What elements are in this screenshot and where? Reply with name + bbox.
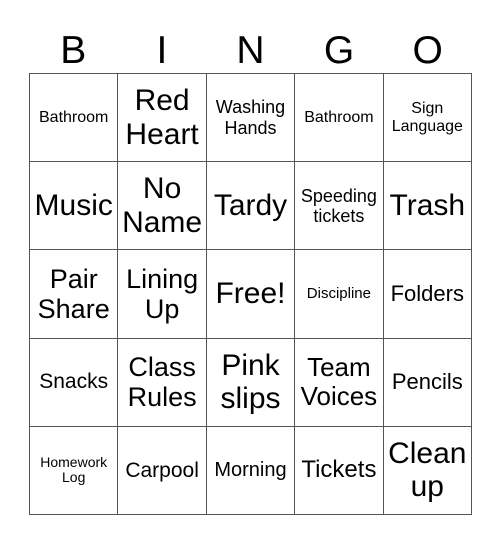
bingo-cell[interactable]: Pink slips xyxy=(206,338,296,427)
bingo-cell[interactable]: Speeding tickets xyxy=(295,162,384,251)
header-letter-g: G xyxy=(323,29,355,72)
header-letter-n: N xyxy=(236,29,265,72)
bingo-cell[interactable]: Trash xyxy=(383,162,472,251)
bingo-cell[interactable]: Pencils xyxy=(383,338,472,427)
bingo-cell[interactable]: Tickets xyxy=(295,426,384,515)
free-space-cell[interactable]: Free! xyxy=(206,250,296,339)
bingo-cell[interactable]: Team Voices xyxy=(295,338,384,427)
header-letter-b: B xyxy=(60,29,87,72)
bingo-cell[interactable]: Discipline xyxy=(295,250,384,339)
bingo-cell[interactable]: Bathroom xyxy=(30,74,119,163)
bingo-cell[interactable]: Folders xyxy=(383,250,472,339)
header-letter-o: O xyxy=(412,29,443,72)
bingo-cell[interactable]: Lining Up xyxy=(118,250,207,339)
bingo-cell[interactable]: Music xyxy=(30,162,119,251)
bingo-cell[interactable]: Carpool xyxy=(118,426,207,515)
bingo-cell[interactable]: Red Heart xyxy=(118,74,207,163)
bingo-cell[interactable]: Bathroom xyxy=(295,74,384,163)
bingo-cell[interactable]: Clean up xyxy=(383,426,472,515)
bingo-cell[interactable]: Washing Hands xyxy=(206,74,296,163)
bingo-cell[interactable]: Sign Language xyxy=(383,74,472,163)
bingo-grid: Bathroom Red Heart Washing Hands Bathroo… xyxy=(29,73,472,515)
bingo-cell[interactable]: Snacks xyxy=(30,338,119,427)
bingo-cell[interactable]: Homework Log xyxy=(30,426,119,515)
bingo-cell[interactable]: Tardy xyxy=(206,162,296,251)
bingo-header: B I N G O xyxy=(29,28,472,73)
header-letter-i: I xyxy=(156,29,168,72)
bingo-cell[interactable]: Class Rules xyxy=(118,338,207,427)
bingo-cell[interactable]: Pair Share xyxy=(30,250,119,339)
bingo-cell[interactable]: No Name xyxy=(118,162,207,251)
bingo-cell[interactable]: Morning xyxy=(206,426,296,515)
